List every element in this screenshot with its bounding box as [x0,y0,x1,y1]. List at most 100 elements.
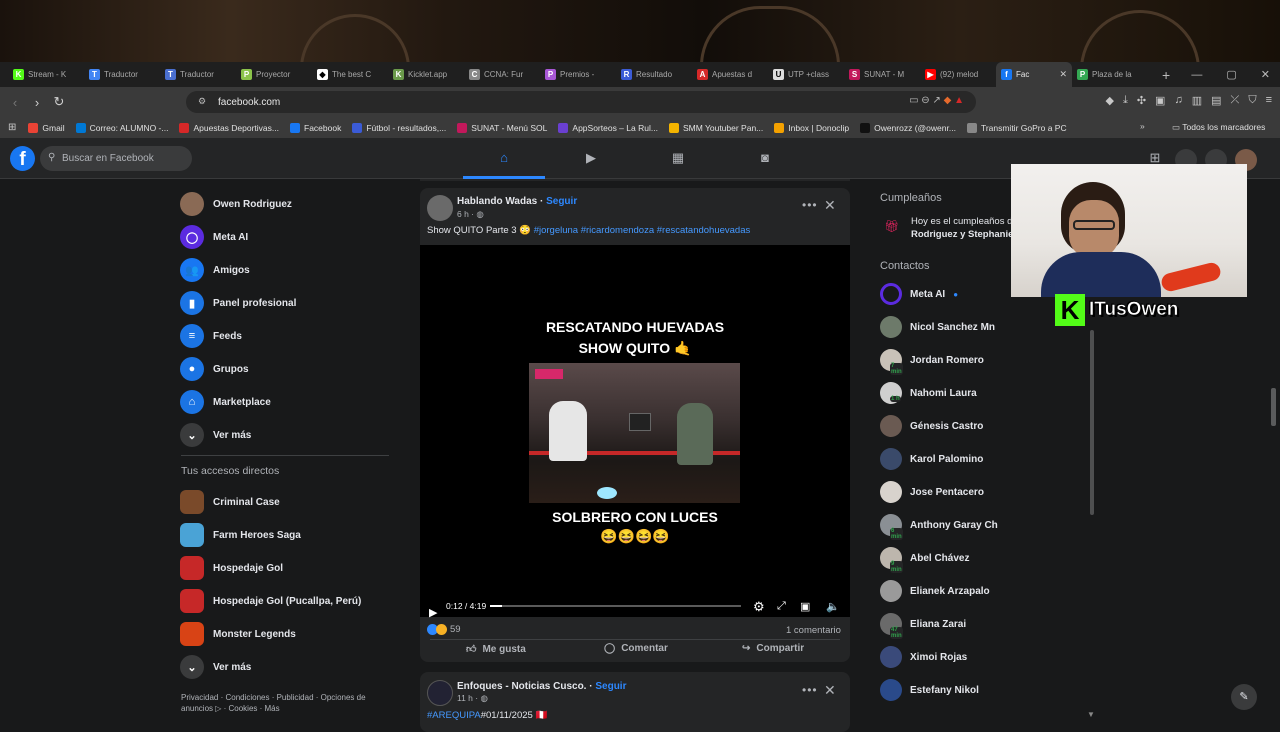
pip-icon[interactable]: ▣ [800,600,810,613]
new-message-icon[interactable]: ✎ [1231,684,1257,710]
media-icon[interactable]: ♫ [1174,94,1182,107]
contacts-scrollbar[interactable] [1090,330,1094,515]
bookmark-item[interactable]: Facebook [290,122,341,133]
contact-item[interactable]: Karol Palomino [880,447,983,471]
shortcut-item[interactable]: Hospedaje Gol (Pucallpa, Perú) [180,587,361,615]
contact-item[interactable]: Nicol Sanchez Mn [880,315,995,339]
video-icon[interactable]: ▶ [582,150,600,166]
share-button[interactable]: ↪ Compartir [742,643,804,654]
sidebar-item[interactable]: ⌂ Marketplace [180,388,271,416]
wallet-icon[interactable]: ▤ [1211,94,1221,107]
contact-item[interactable]: 47 min Eliana Zarai [880,612,966,639]
contact-item[interactable]: 9 min Abel Chávez [880,546,969,573]
browser-tab[interactable]: f Fac ✕ [996,62,1072,87]
hashtag-links[interactable]: #jorgeluna #ricardomendoza #rescatandohu… [534,225,751,236]
bookmark-item[interactable]: AppSorteos – La Rul... [558,122,658,133]
bookmark-item[interactable]: Transmitir GoPro a PC [966,122,1067,133]
shortcut-item[interactable]: Criminal Case [180,488,280,516]
sidebar-item[interactable]: ≡ Feeds [180,322,242,350]
contact-item[interactable]: Elianek Arzapalo [880,579,990,603]
puzzle-icon[interactable]: ✣ [1137,94,1146,107]
scroll-down-icon[interactable]: ▼ [1087,710,1095,719]
bookmark-item[interactable]: Apuestas Deportivas... [179,122,279,133]
download-icon[interactable]: ⤓ [1123,94,1128,107]
browser-tab[interactable]: P Plaza de la [1072,62,1148,87]
bookmark-item[interactable]: Owenrozz (@owenr... [860,122,956,133]
sidebar-item[interactable]: ◯ Meta AI [180,223,248,251]
post2-hashtag[interactable]: #AREQUIPA [427,710,481,721]
birthday-text[interactable]: Hoy es el cumpleaños d Rodriguez y Steph… [911,215,1013,241]
sidebar-item[interactable]: ⌄ Ver más [180,421,251,449]
shortcut-item[interactable]: Monster Legends [180,620,296,648]
shortcut-item[interactable]: Hospedaje Gol [180,554,283,582]
bookmark-item[interactable]: Correo: ALUMNO -... [75,122,168,133]
bookmarks-more-button[interactable]: » [1140,121,1145,131]
post-options-icon[interactable]: ••• [802,198,818,212]
shortcut-item[interactable]: Farm Heroes Saga [180,521,301,549]
video-progress-bar[interactable] [490,605,741,607]
browser-tab[interactable]: A Apuestas d [692,62,768,87]
browser-tab[interactable]: K Kicklet.app [388,62,464,87]
bookmark-item[interactable]: SMM Youtuber Pan... [668,122,763,133]
gaming-icon[interactable]: ◙ [756,150,774,166]
close-post-icon[interactable]: ✕ [824,197,836,214]
home-icon[interactable]: ⌂ [495,150,513,166]
like-button[interactable]: 👍︎ Me gusta [466,643,526,656]
extension-icon[interactable]: ◆ [1105,94,1113,107]
contact-item[interactable]: Meta AI ● [880,282,958,306]
browser-tab[interactable]: T Traductor [160,62,236,87]
browser-tab[interactable]: U UTP +class [768,62,844,87]
url-field[interactable]: ⚙ facebook.com ▭ ⊖ ↗ ◆ ▲ [186,91,976,113]
comment-button[interactable]: ◯ Comentar [604,643,668,654]
browser-tab[interactable]: S SUNAT - M [844,62,920,87]
browser-tab[interactable]: R Resultado [616,62,692,87]
contact-item[interactable]: Jose Pentacero [880,480,984,504]
vpn-icon[interactable]: ⛉ [1248,94,1256,107]
sidebar-item[interactable]: ▮ Panel profesional [180,289,296,317]
extension-icon[interactable]: ⤫ [1231,94,1240,107]
fullscreen-icon[interactable]: ⤢ [777,600,786,613]
browser-tab[interactable]: C CCNA: Fur [464,62,540,87]
minimize-button[interactable]: — [1191,69,1202,81]
play-icon[interactable]: ▶ [429,606,437,619]
bookmark-item[interactable]: SUNAT - Menú SOL [457,122,547,133]
extension-icon[interactable]: ▣ [1155,94,1165,107]
post2-author-name[interactable]: Enfoques - Noticias Cusco. [457,681,586,692]
post-author-name[interactable]: Hablando Wadas [457,196,537,207]
bookmark-item[interactable]: Gmail [28,122,65,133]
contact-item[interactable]: Ximoi Rojas [880,645,967,669]
volume-icon[interactable]: 🔈 [826,600,840,613]
close-window-button[interactable]: ✕ [1261,68,1270,81]
maximize-button[interactable]: ▢ [1226,68,1236,81]
browser-tab[interactable]: K Stream - K [8,62,84,87]
contact-item[interactable]: 6 min Anthony Garay Ch [880,513,998,540]
site-info-icon[interactable]: ⚙ [198,96,206,107]
post2-author-avatar[interactable] [427,680,453,706]
bookmark-item[interactable]: Fútbol - resultados,... [352,122,446,133]
comment-count[interactable]: 1 comentario [786,625,841,636]
browser-tab[interactable]: P Proyector [236,62,312,87]
apps-grid-icon[interactable]: ⊞ [8,122,16,133]
all-bookmarks-button[interactable]: ▭ Todos los marcadores [1172,122,1265,133]
facebook-logo-icon[interactable]: f [10,146,35,171]
post2-options-icon[interactable]: ••• [802,683,818,697]
close-tab-icon[interactable]: ✕ [1059,69,1067,80]
sidebar-icon[interactable]: ▥ [1192,94,1202,107]
post-author-avatar[interactable] [427,195,453,221]
bookmark-item[interactable]: Inbox | Donoclip [774,122,849,133]
video-player[interactable]: RESCATANDO HUEVADAS SHOW QUITO 🤙 SOLBRER… [420,245,850,619]
browser-tab[interactable]: P Premios - [540,62,616,87]
legal-links[interactable]: Privacidad · Condiciones · Publicidad · … [181,692,391,714]
forward-icon[interactable]: › [26,95,48,110]
contact-item[interactable]: Estefany Nikol [880,678,979,702]
post2-follow-button[interactable]: Seguir [595,681,626,692]
sidebar-item[interactable]: Owen Rodriguez [180,190,292,218]
contact-item[interactable]: Génesis Castro [880,414,983,438]
shortcut-item[interactable]: ⌄ Ver más [180,653,251,681]
close-post2-icon[interactable]: ✕ [824,682,836,699]
back-icon[interactable]: ‹ [4,95,26,110]
browser-tab[interactable]: ◆ The best C [312,62,388,87]
page-scrollbar[interactable] [1271,388,1276,426]
contact-item[interactable]: 1 h Nahomi Laura [880,381,977,405]
contact-item[interactable]: 7 min Jordan Romero [880,348,984,375]
